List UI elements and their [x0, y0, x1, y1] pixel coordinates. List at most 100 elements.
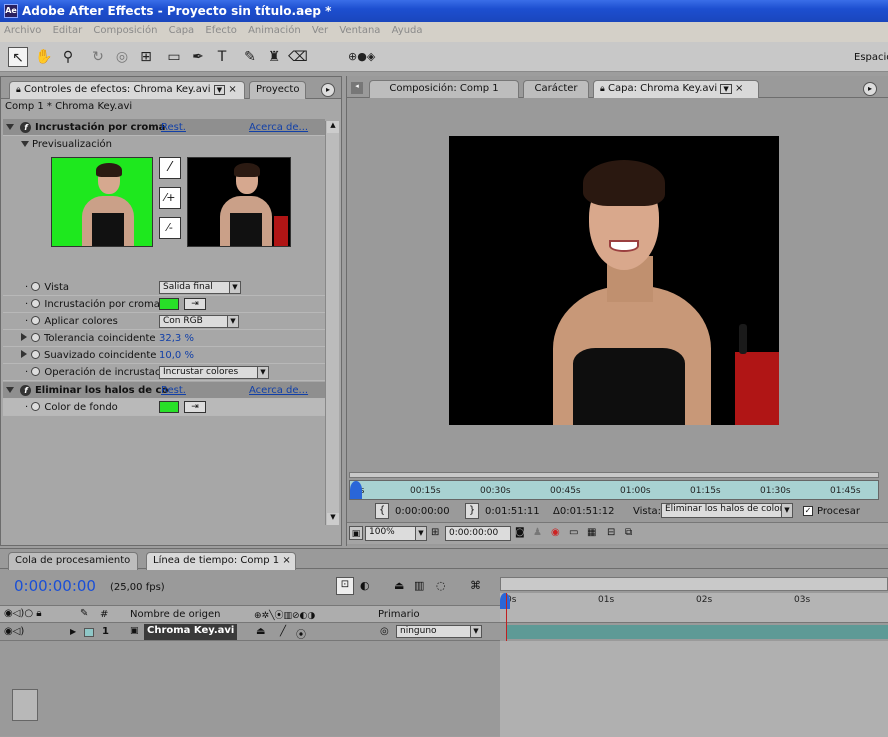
- always-preview-icon[interactable]: ▣: [349, 526, 363, 540]
- pixel-aspect-icon[interactable]: ⊟: [607, 527, 615, 538]
- channels-icon[interactable]: ◉: [551, 527, 560, 538]
- timeline-ruler[interactable]: 0s 01s 02s 03s: [500, 593, 888, 623]
- menu-capa[interactable]: Capa: [165, 22, 199, 36]
- column-source-name[interactable]: Nombre de origen: [130, 609, 220, 620]
- param-row-tolerance[interactable]: Tolerancia coincidente 32,3 %: [3, 330, 325, 347]
- effect-spill-header[interactable]: f Eliminar los halos de co Rest. Acerca …: [3, 382, 325, 399]
- expand-arrow-icon[interactable]: [21, 350, 27, 358]
- scroll-down-icon[interactable]: ▼: [327, 513, 339, 525]
- scroll-up-icon[interactable]: ▲: [327, 121, 339, 133]
- graph-editor-icon[interactable]: ⌘: [470, 579, 481, 592]
- timeline-playhead[interactable]: [500, 593, 510, 609]
- about-link[interactable]: Acerca de...: [249, 382, 308, 399]
- eyedropper-button[interactable]: ⇥: [184, 401, 206, 413]
- stopwatch-icon[interactable]: [31, 299, 41, 308]
- param-row-softness[interactable]: Suavizado coincidente 10,0 %: [3, 347, 325, 364]
- close-icon[interactable]: ×: [282, 555, 290, 566]
- stopwatch-icon[interactable]: [31, 333, 40, 342]
- brush-tool-icon[interactable]: ✎: [240, 47, 260, 67]
- menu-editar[interactable]: Editar: [49, 22, 87, 36]
- composition-mini-flowchart-icon[interactable]: ⊡: [336, 577, 354, 595]
- viewer-timecode-field[interactable]: 0:00:00:00: [445, 526, 511, 541]
- param-row-background-color[interactable]: · Color de fondo ⇥: [3, 399, 325, 416]
- stopwatch-icon[interactable]: [31, 367, 41, 376]
- menu-ventana[interactable]: Ventana: [335, 22, 384, 36]
- current-time-display[interactable]: 0:00:00:00: [14, 577, 96, 595]
- key-operation-dropdown[interactable]: Incrustar colores ▼: [159, 366, 269, 379]
- tab-composition[interactable]: Composición: Comp 1: [369, 80, 519, 98]
- playhead[interactable]: [350, 481, 362, 499]
- collapse-arrow-icon[interactable]: [6, 124, 14, 130]
- menu-ver[interactable]: Ver: [308, 22, 332, 36]
- about-link[interactable]: Acerca de...: [249, 119, 308, 136]
- selection-tool-icon[interactable]: ↖: [8, 47, 28, 67]
- tab-layer[interactable]: 🔒︎ Capa: Chroma Key.avi ▼ ×: [593, 80, 759, 98]
- expand-arrow-icon[interactable]: ▶: [70, 627, 76, 636]
- color-mode-dropdown[interactable]: Con RGB ▼: [159, 315, 239, 328]
- resolution-icon[interactable]: ▭: [569, 527, 578, 538]
- eyedropper-button[interactable]: ⇥: [184, 298, 206, 310]
- softness-value[interactable]: 10,0 %: [159, 347, 194, 364]
- zoom-tool-icon[interactable]: ⚲: [58, 47, 78, 67]
- frame-blending-icon[interactable]: ▥: [414, 579, 424, 592]
- close-icon[interactable]: ×: [735, 83, 743, 94]
- layer-duration-bar[interactable]: [506, 625, 888, 639]
- view-dropdown[interactable]: Salida final ▼: [159, 281, 241, 294]
- time-ruler[interactable]: 0s 00:15s 00:30s 00:45s 01:00s 01:15s 01…: [349, 480, 879, 500]
- out-point-time[interactable]: 0:01:51:11: [485, 506, 540, 517]
- flowchart-icon[interactable]: ⧉: [625, 527, 632, 538]
- motion-blur-icon[interactable]: ◌: [436, 579, 446, 592]
- stopwatch-icon[interactable]: [31, 350, 40, 359]
- stopwatch-icon[interactable]: [31, 316, 41, 325]
- reset-link[interactable]: Rest.: [161, 119, 186, 136]
- show-snapshot-icon[interactable]: ♟: [533, 527, 542, 538]
- shy-layers-icon[interactable]: ⏏: [394, 579, 404, 592]
- background-color-swatch[interactable]: [159, 401, 179, 413]
- hand-tool-icon[interactable]: ✋: [34, 47, 54, 67]
- eyedropper-add-icon[interactable]: ⁄+: [159, 187, 181, 209]
- text-tool-icon[interactable]: T: [212, 47, 232, 67]
- grid-icon[interactable]: ⊞: [431, 527, 439, 538]
- collapse-panel-icon[interactable]: [12, 689, 38, 721]
- timeline-navigator[interactable]: [500, 577, 888, 591]
- clone-stamp-tool-icon[interactable]: ♜: [264, 47, 284, 67]
- collapse-arrow-icon[interactable]: [6, 387, 14, 393]
- layer-row[interactable]: ◉◁) ▶ 1 ▣ Chroma Key.avi ⏏ ╱ ⦿ ◎ ninguno…: [0, 624, 500, 641]
- menu-efecto[interactable]: Efecto: [201, 22, 241, 36]
- pan-behind-tool-icon[interactable]: ⊞: [136, 47, 156, 67]
- tab-timeline[interactable]: Línea de tiempo: Comp 1 ×: [146, 552, 296, 570]
- tab-character[interactable]: Carácter: [523, 80, 589, 98]
- menu-ayuda[interactable]: Ayuda: [388, 22, 427, 36]
- work-area-bar[interactable]: [349, 472, 879, 478]
- zoom-dropdown[interactable]: 100% ▼: [365, 526, 427, 541]
- effect-controls-scrollbar[interactable]: ▲ ▼: [325, 121, 339, 525]
- reset-link[interactable]: Rest.: [161, 382, 186, 399]
- tab-project[interactable]: Proyecto: [249, 81, 307, 99]
- label-color-swatch[interactable]: [84, 628, 94, 637]
- effect-keylight-header[interactable]: f Incrustación por croma Rest. Acerca de…: [3, 119, 325, 136]
- menu-animacion[interactable]: Animación: [244, 22, 305, 36]
- set-out-point-icon[interactable]: }: [465, 503, 479, 519]
- param-row-apply-colors[interactable]: · Aplicar colores Con RGB ▼: [3, 313, 325, 330]
- menu-composicion[interactable]: Composición: [89, 22, 161, 36]
- panel-menu-icon[interactable]: ▸: [321, 83, 335, 97]
- axis-mode-icon[interactable]: ⊕●◈: [348, 47, 375, 67]
- layer-switch-quality-icon[interactable]: ╱: [280, 626, 286, 637]
- eyedropper-subtract-icon[interactable]: ⁄-: [159, 217, 181, 239]
- layer-name[interactable]: Chroma Key.avi: [144, 624, 238, 640]
- viewer-view-dropdown[interactable]: Eliminar los halos de color ▼: [661, 503, 793, 518]
- transparency-grid-icon[interactable]: ▦: [587, 527, 596, 538]
- layer-switch-effect-icon[interactable]: ⦿: [296, 626, 306, 641]
- tab-menu-icon[interactable]: ▼: [213, 85, 226, 95]
- panel-menu-icon[interactable]: ▸: [863, 82, 877, 96]
- layer-switch-shy-icon[interactable]: ⏏: [256, 626, 265, 637]
- collapse-arrow-icon[interactable]: [21, 141, 29, 147]
- workspace-label[interactable]: Espacio: [854, 52, 888, 63]
- rectangle-tool-icon[interactable]: ▭: [164, 47, 184, 67]
- param-row-key-color[interactable]: · Incrustación por croma ⇥: [3, 296, 325, 313]
- pen-tool-icon[interactable]: ✒: [188, 47, 208, 67]
- camera-tool-icon[interactable]: ◎: [112, 47, 132, 67]
- eraser-tool-icon[interactable]: ⌫: [288, 47, 308, 67]
- parent-dropdown[interactable]: ninguno ▼: [396, 625, 482, 638]
- stopwatch-icon[interactable]: [31, 282, 41, 291]
